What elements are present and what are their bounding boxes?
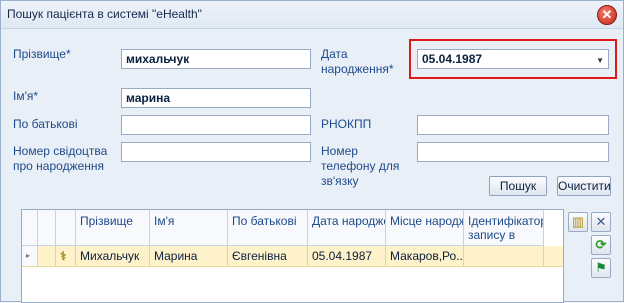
cell-patronymic: Євгенівна xyxy=(228,246,308,266)
birth-cert-label: Номер свідоцтва про народження xyxy=(13,144,108,173)
birth-date-label: Дата народження* xyxy=(321,47,394,76)
selector-header xyxy=(38,210,56,246)
cell-name: Марина xyxy=(150,246,228,266)
title-bar: Пошук пацієнта в системі "eHealth" ✕ xyxy=(1,1,623,29)
col-birth-place[interactable]: Місце народж xyxy=(386,210,464,246)
clear-button[interactable]: Очистити xyxy=(557,176,611,196)
search-button[interactable]: Пошук xyxy=(489,176,547,196)
tools-icon[interactable]: ✕ xyxy=(591,212,611,232)
col-birth-date[interactable]: Дата народже xyxy=(308,210,386,246)
cell-surname: Михальчук xyxy=(76,246,150,266)
col-surname[interactable]: Прізвище xyxy=(76,210,150,246)
phone-label: Номер телефону для зв'язку xyxy=(321,144,400,188)
row-indicator-header xyxy=(22,210,38,246)
surname-field[interactable]: михальчук xyxy=(121,49,311,69)
birth-cert-field[interactable] xyxy=(121,142,311,162)
row-pointer-icon: ▸ xyxy=(22,246,38,266)
col-patronymic[interactable]: По батькові xyxy=(228,210,308,246)
results-grid: Прізвище Ім'я По батькові Дата народже М… xyxy=(21,209,564,303)
birth-date-value: 05.04.1987 xyxy=(422,52,483,66)
rnokpp-label: РНОКПП xyxy=(321,117,372,131)
flag-icon[interactable]: ⚑ xyxy=(591,258,611,278)
icon-header xyxy=(56,210,76,246)
medical-icon: ⚕ xyxy=(56,246,76,266)
search-patient-dialog: Пошук пацієнта в системі "eHealth" ✕ Прі… xyxy=(0,0,624,303)
phone-field[interactable] xyxy=(417,142,609,162)
surname-label: Прізвище* xyxy=(13,47,71,61)
refresh-icon[interactable]: ⟳ xyxy=(591,235,611,255)
table-row[interactable]: ▸ ⚕ Михальчук Марина Євгенівна 05.04.198… xyxy=(22,246,563,267)
patronymic-label: По батькові xyxy=(13,117,78,131)
cell-record-id xyxy=(464,246,544,266)
cell-birth-place: Макаров,Ро... xyxy=(386,246,464,266)
book-icon[interactable]: ▥ xyxy=(568,212,588,232)
patronymic-field[interactable] xyxy=(121,115,311,135)
birth-date-dropdown[interactable]: 05.04.1987 ▼ xyxy=(417,49,609,69)
row-selector[interactable] xyxy=(38,246,56,266)
name-label: Ім'я* xyxy=(13,89,39,103)
chevron-down-icon[interactable]: ▼ xyxy=(596,53,604,68)
col-record-id[interactable]: Ідентифікатор запису в систе xyxy=(464,210,544,246)
close-icon[interactable]: ✕ xyxy=(597,5,617,25)
window-title: Пошук пацієнта в системі "eHealth" xyxy=(7,7,202,21)
name-field[interactable]: марина xyxy=(121,88,311,108)
col-name[interactable]: Ім'я xyxy=(150,210,228,246)
cell-birth-date: 05.04.1987 xyxy=(308,246,386,266)
rnokpp-field[interactable] xyxy=(417,115,609,135)
